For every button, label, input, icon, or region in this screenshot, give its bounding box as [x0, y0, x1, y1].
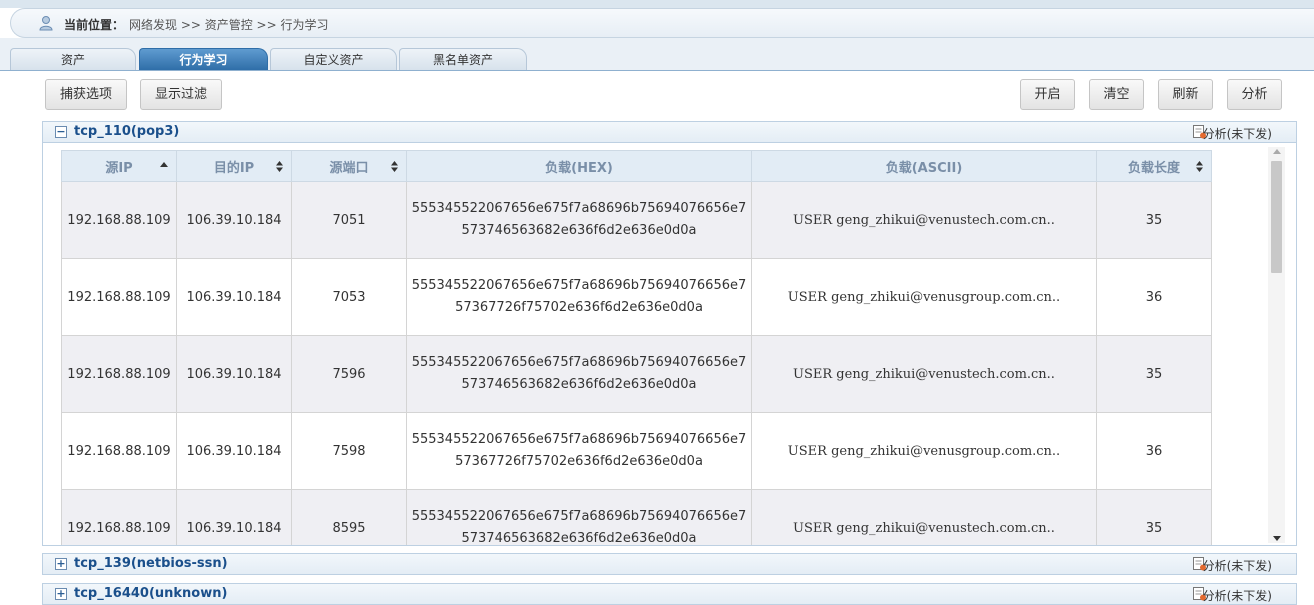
column-header-payload-hex: 负载(HEX)	[406, 150, 752, 182]
group-title[interactable]: tcp_110(pop3)	[74, 124, 179, 139]
cell-payload-ascii: USER geng_zhikui@venustech.com.cn..	[751, 181, 1097, 259]
analyze-button[interactable]: 分析	[1227, 79, 1282, 110]
scroll-down-icon[interactable]	[1273, 536, 1281, 541]
analyze-status-link[interactable]: 分析(未下发)	[1203, 587, 1272, 604]
cell-src-ip: 192.168.88.109	[61, 258, 177, 336]
tab-behavior-learning[interactable]: 行为学习	[139, 48, 268, 70]
tab-assets[interactable]: 资产	[10, 48, 136, 70]
cell-src-ip: 192.168.88.109	[61, 412, 177, 490]
column-header-label: 负载长度	[1127, 160, 1180, 176]
cell-payload-hex: 555345522067656e675f7a68696b75694076656e…	[406, 335, 752, 413]
table-row[interactable]: 192.168.88.109 106.39.10.184 7051 555345…	[61, 181, 1212, 259]
vertical-scrollbar[interactable]	[1268, 147, 1285, 543]
cell-dst-ip: 106.39.10.184	[176, 489, 292, 545]
column-header-label: 源IP	[105, 160, 133, 176]
cell-src-ip: 192.168.88.109	[61, 335, 177, 413]
analyze-status-link[interactable]: 分析(未下发)	[1203, 557, 1272, 574]
table-row[interactable]: 192.168.88.109 106.39.10.184 7598 555345…	[61, 412, 1212, 490]
cell-payload-hex: 555345522067656e675f7a68696b75694076656e…	[406, 489, 752, 545]
sort-icon[interactable]	[276, 161, 283, 172]
collapse-icon[interactable]: −	[55, 126, 67, 138]
cell-payload-hex: 555345522067656e675f7a68696b75694076656e…	[406, 412, 752, 490]
column-header-src-ip[interactable]: 源IP	[61, 150, 177, 182]
cell-src-port: 7596	[291, 335, 407, 413]
column-header-payload-ascii: 负载(ASCII)	[751, 150, 1097, 182]
user-icon	[39, 16, 53, 31]
cell-src-port: 8595	[291, 489, 407, 545]
cell-payload-ascii: USER geng_zhikui@venustech.com.cn..	[751, 489, 1097, 545]
group-header-tcp-16440: + tcp_16440(unknown) 分析(未下发)	[42, 583, 1297, 605]
cell-dst-ip: 106.39.10.184	[176, 335, 292, 413]
clear-button[interactable]: 清空	[1089, 79, 1144, 110]
column-header-label: 源端口	[329, 160, 369, 176]
tab-blacklist-assets[interactable]: 黑名单资产	[399, 48, 527, 70]
cell-payload-hex: 555345522067656e675f7a68696b75694076656e…	[406, 258, 752, 336]
behavior-table: 源IP 目的IP 源端口 负载(HEX) 负载(ASCII) 负载长度 192.…	[61, 150, 1212, 545]
group-header-tcp-110: − tcp_110(pop3) 分析(未下发)	[42, 121, 1297, 143]
breadcrumb: 当前位置： 网络发现 >> 资产管控 >> 行为学习	[10, 8, 1314, 38]
cell-dst-ip: 106.39.10.184	[176, 412, 292, 490]
table-row[interactable]: 192.168.88.109 106.39.10.184 7053 555345…	[61, 258, 1212, 336]
cell-payload-length: 35	[1096, 335, 1212, 413]
tab-custom-assets[interactable]: 自定义资产	[270, 48, 397, 70]
table-header-row: 源IP 目的IP 源端口 负载(HEX) 负载(ASCII) 负载长度	[61, 150, 1212, 182]
cell-src-ip: 192.168.88.109	[61, 489, 177, 545]
column-header-dst-ip[interactable]: 目的IP	[176, 150, 292, 182]
column-header-payload-length[interactable]: 负载长度	[1096, 150, 1212, 182]
column-header-label: 负载(HEX)	[545, 160, 613, 176]
scrollbar-thumb[interactable]	[1271, 161, 1282, 273]
column-header-label: 目的IP	[213, 160, 255, 176]
capture-options-button[interactable]: 捕获选项	[45, 79, 127, 110]
table-row[interactable]: 192.168.88.109 106.39.10.184 7596 555345…	[61, 335, 1212, 413]
analyze-status-link[interactable]: 分析(未下发)	[1203, 125, 1272, 142]
column-header-label: 负载(ASCII)	[885, 160, 963, 176]
breadcrumb-label: 当前位置：	[64, 18, 125, 32]
group-title[interactable]: tcp_16440(unknown)	[74, 586, 227, 601]
group-header-tcp-139: + tcp_139(netbios-ssn) 分析(未下发)	[42, 553, 1297, 575]
column-header-src-port[interactable]: 源端口	[291, 150, 407, 182]
sort-icon[interactable]	[391, 161, 398, 172]
cell-payload-ascii: USER geng_zhikui@venusgroup.com.cn..	[751, 258, 1097, 336]
cell-payload-length: 36	[1096, 258, 1212, 336]
cell-src-port: 7053	[291, 258, 407, 336]
breadcrumb-path: 网络发现 >> 资产管控 >> 行为学习	[129, 18, 329, 32]
cell-payload-ascii: USER geng_zhikui@venusgroup.com.cn..	[751, 412, 1097, 490]
cell-src-port: 7598	[291, 412, 407, 490]
expand-icon[interactable]: +	[55, 558, 67, 570]
table-row[interactable]: 192.168.88.109 106.39.10.184 8595 555345…	[61, 489, 1212, 545]
sort-icon[interactable]	[1196, 161, 1203, 172]
group-body-tcp-110: 源IP 目的IP 源端口 负载(HEX) 负载(ASCII) 负载长度 192.…	[42, 143, 1297, 546]
start-button[interactable]: 开启	[1020, 79, 1075, 110]
tab-divider	[0, 70, 1314, 71]
sort-ascending-icon[interactable]	[160, 162, 168, 167]
cell-src-ip: 192.168.88.109	[61, 181, 177, 259]
display-filter-button[interactable]: 显示过滤	[140, 79, 222, 110]
cell-dst-ip: 106.39.10.184	[176, 258, 292, 336]
cell-payload-length: 35	[1096, 181, 1212, 259]
top-strip	[0, 0, 1314, 8]
cell-payload-length: 36	[1096, 412, 1212, 490]
cell-payload-length: 35	[1096, 489, 1212, 545]
cell-dst-ip: 106.39.10.184	[176, 181, 292, 259]
group-title[interactable]: tcp_139(netbios-ssn)	[74, 556, 228, 571]
refresh-button[interactable]: 刷新	[1158, 79, 1213, 110]
cell-src-port: 7051	[291, 181, 407, 259]
cell-payload-ascii: USER geng_zhikui@venustech.com.cn..	[751, 335, 1097, 413]
scroll-up-icon[interactable]	[1273, 149, 1281, 154]
cell-payload-hex: 555345522067656e675f7a68696b75694076656e…	[406, 181, 752, 259]
expand-icon[interactable]: +	[55, 588, 67, 600]
